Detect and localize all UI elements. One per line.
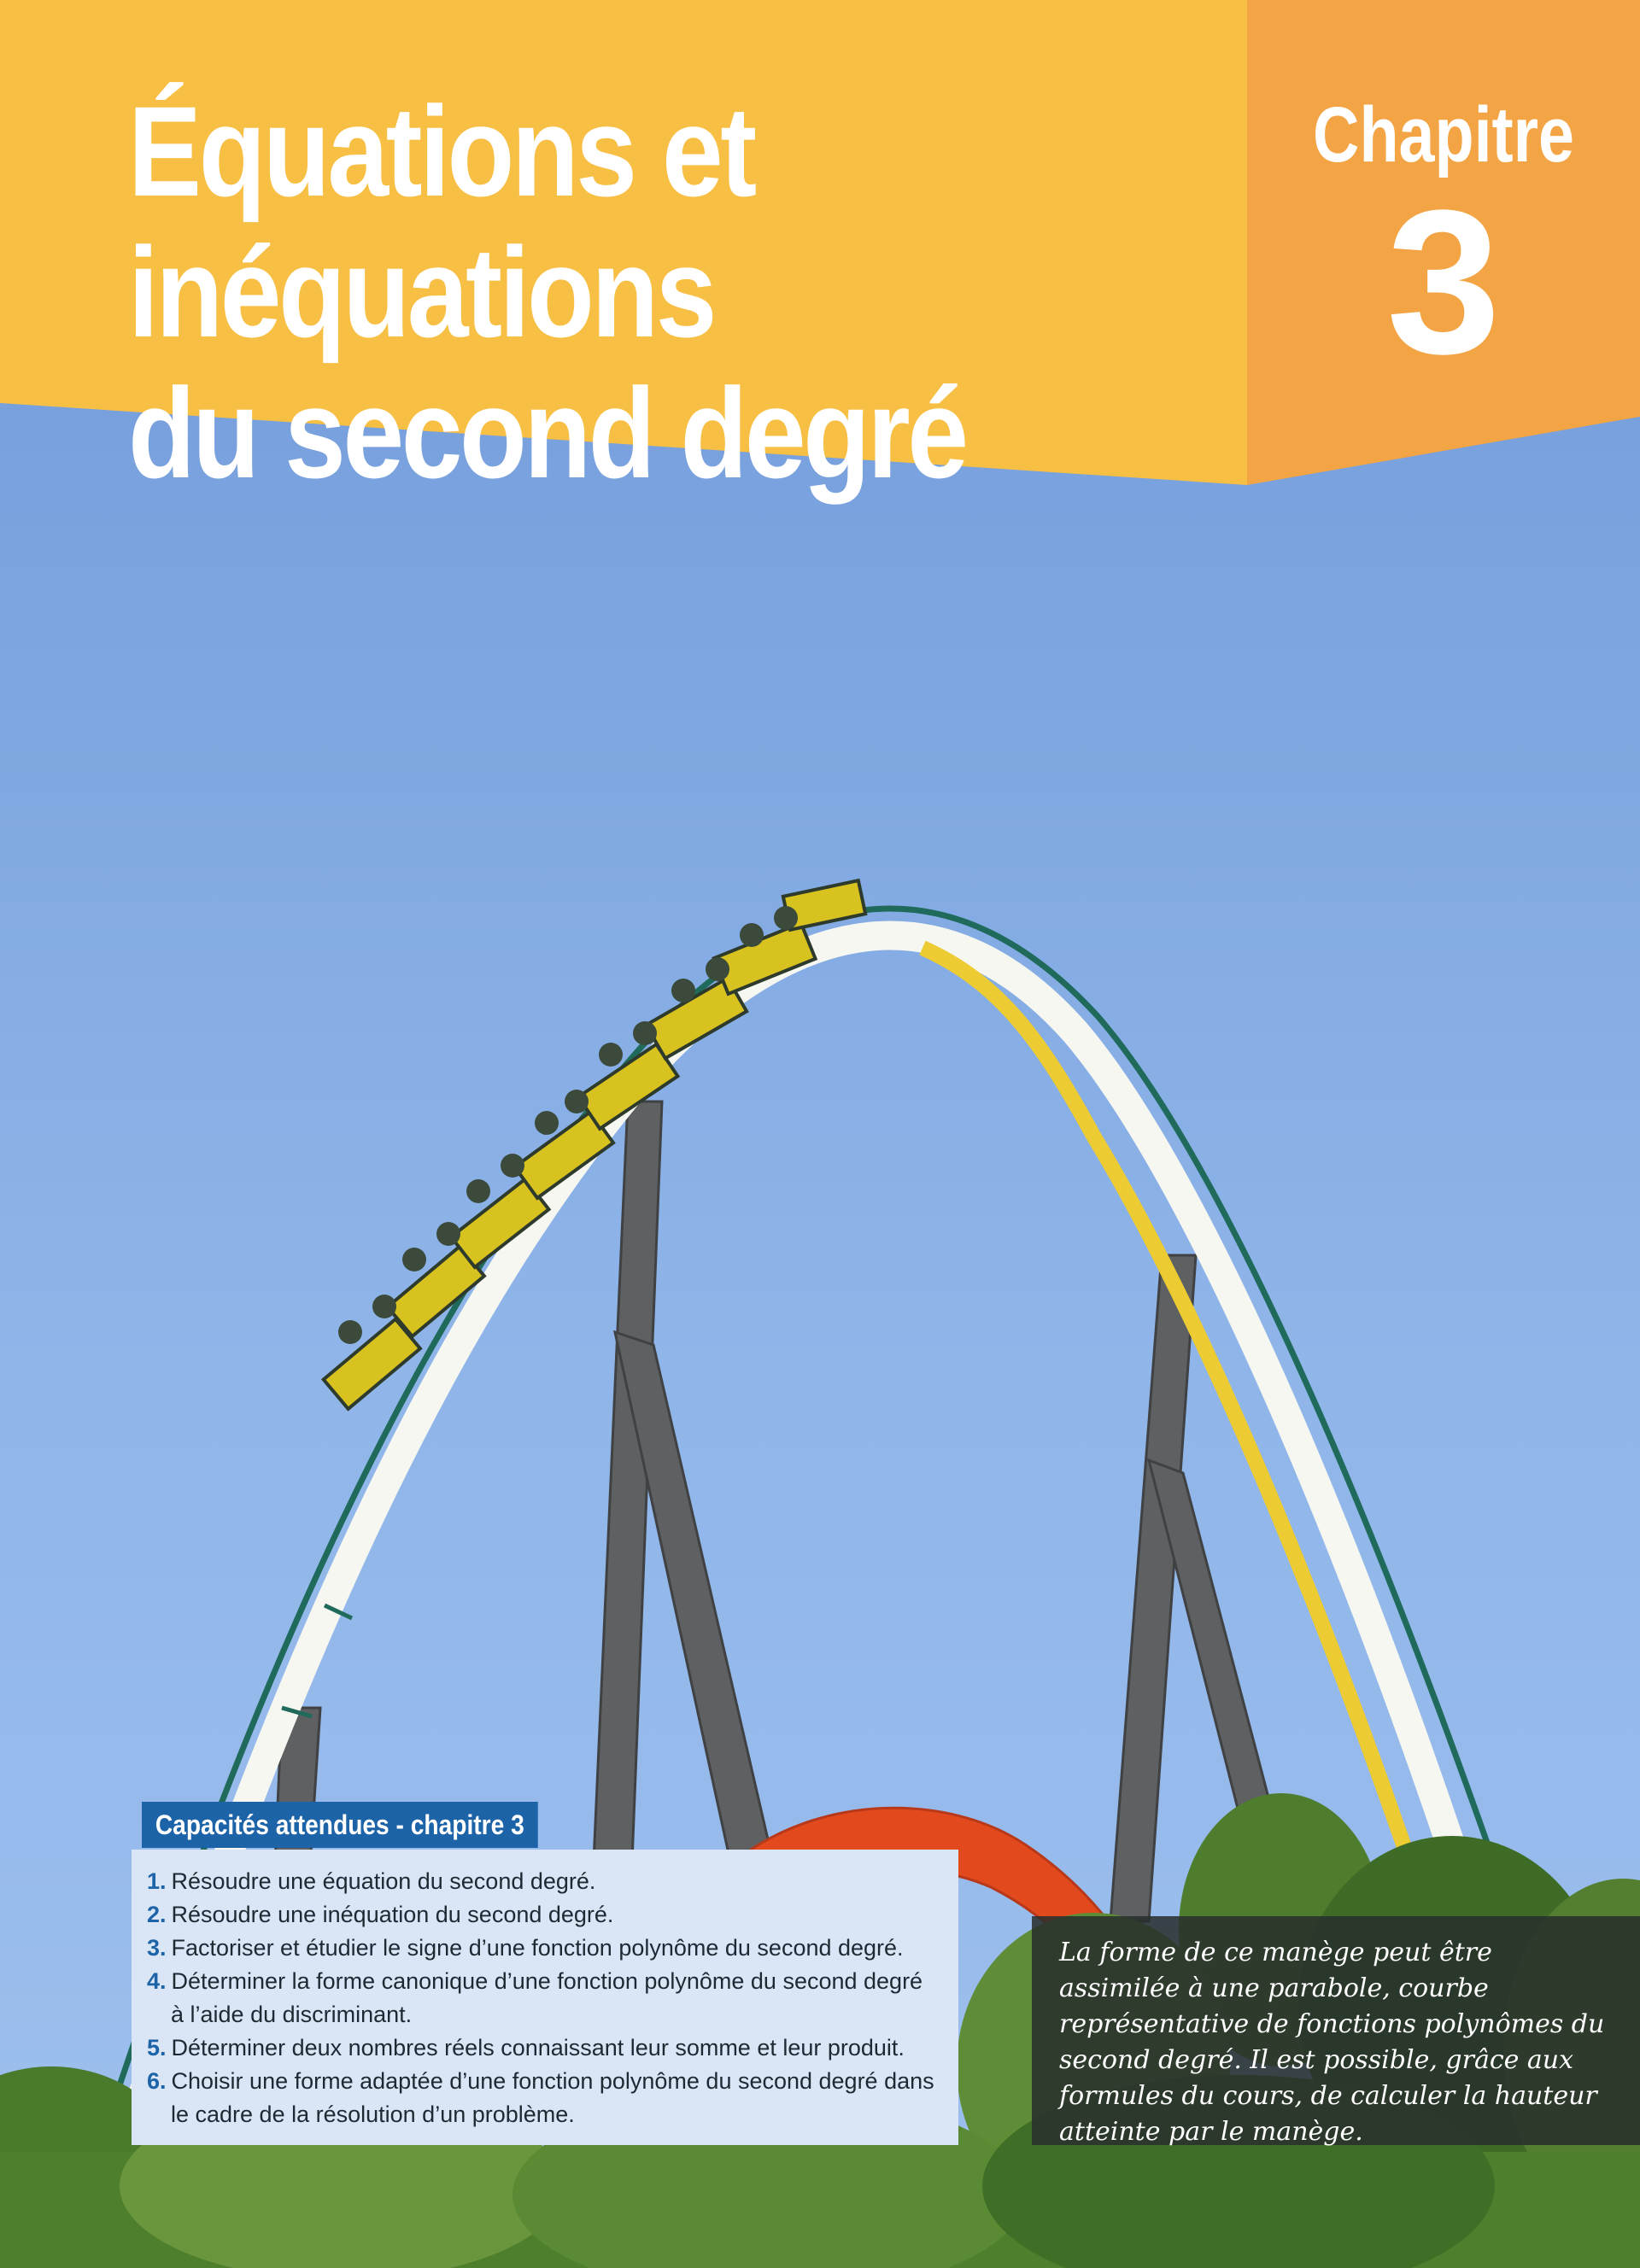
capacite-number: 6. xyxy=(147,2068,167,2094)
coaster-track-yellow xyxy=(919,940,1451,1967)
capacite-number: 3. xyxy=(147,1935,167,1961)
capacite-item: 3. Factoriser et étudier le signe d’une f… xyxy=(147,1932,940,1965)
coaster-riders xyxy=(338,906,798,1344)
chapter-label: Chapitre xyxy=(1312,91,1574,178)
capacite-number: 4. xyxy=(147,1968,167,1994)
chapter-title-line-2: du second degré xyxy=(128,361,969,505)
capacite-text: Déterminer la forme canonique d’une fonc… xyxy=(171,1968,923,2027)
capacite-text: Résoudre une équation du second degré. xyxy=(171,1868,596,1894)
capacite-number: 2. xyxy=(147,1902,167,1927)
capacites-list: 1. Résoudre une équation du second degré.… xyxy=(147,1865,940,2131)
capacite-item: 6. Choisir une forme adaptée d’une foncti… xyxy=(147,2065,940,2131)
capacite-item: 5. Déterminer deux nombres réels connaiss… xyxy=(147,2031,940,2065)
photo-caption-text: La forme de ce manège peut être assimilé… xyxy=(1059,1938,1605,2147)
chapter-title-line-1: Équations et inéquations xyxy=(128,79,757,364)
capacites-box: 1. Résoudre une équation du second degré.… xyxy=(132,1850,958,2145)
capacites-heading: Capacités attendues - chapitre 3 xyxy=(142,1802,538,1848)
chapter-opening-page: Équations et inéquations du second degré… xyxy=(0,0,1640,2268)
chapter-title: Équations et inéquations du second degré xyxy=(128,81,1083,504)
capacite-text: Choisir une forme adaptée d’une fonction… xyxy=(171,2068,934,2127)
capacite-number: 5. xyxy=(147,2035,167,2060)
capacite-item: 2. Résoudre une inéquation du second degr… xyxy=(147,1898,940,1932)
capacite-text: Factoriser et étudier le signe d’une fon… xyxy=(171,1935,904,1961)
capacite-item: 1. Résoudre une équation du second degré. xyxy=(147,1865,940,1898)
photo-caption-box: La forme de ce manège peut être assimilé… xyxy=(1032,1916,1640,2147)
capacite-number: 1. xyxy=(147,1868,167,1894)
capacite-item: 4. Déterminer la forme canonique d’une fo… xyxy=(147,1965,940,2031)
chapter-number: 3 xyxy=(1386,167,1501,396)
capacite-text: Déterminer deux nombres réels connaissan… xyxy=(171,2035,905,2060)
capacite-text: Résoudre une inéquation du second degré. xyxy=(171,1902,614,1927)
coaster-train xyxy=(320,878,868,1412)
